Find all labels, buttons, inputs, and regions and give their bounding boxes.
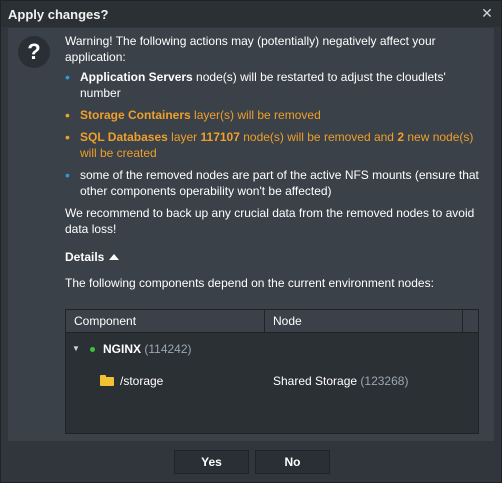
list-item: • some of the removed nodes are part of … (65, 167, 485, 199)
question-icon: ? (18, 36, 50, 68)
table-row[interactable]: ▼ NGINX (114242) (66, 333, 478, 365)
item-bold: Storage Containers (80, 108, 191, 122)
column-header-component[interactable]: Component (66, 310, 265, 332)
warning-text: Warning! The following actions may (pote… (65, 34, 436, 64)
header-spacer (462, 310, 479, 332)
node-id: (123268) (360, 374, 409, 388)
item-bold: 117107 (200, 130, 240, 144)
component-id: (114242) (144, 342, 192, 356)
component-name: NGINX (114242) (103, 333, 192, 365)
caret-up-icon (109, 254, 120, 260)
node-label: Shared Storage (273, 374, 358, 388)
details-toggle[interactable]: Details (65, 249, 485, 265)
folder-icon (100, 375, 114, 386)
components-grid: Component Node ▼ NGINX (114242) /storage… (65, 309, 479, 434)
dialog-body: ? Warning! The following actions may (po… (8, 28, 494, 441)
item-text: some of the removed nodes are part of th… (80, 168, 479, 198)
item-text: layer (167, 130, 201, 144)
list-item: • Application Servers node(s) will be re… (65, 69, 485, 101)
table-row[interactable]: /storage Shared Storage (123268) (66, 365, 478, 397)
list-item: • SQL Databases layer 117107 node(s) wil… (65, 129, 485, 161)
status-dot-icon (90, 347, 95, 352)
component-name: /storage (120, 374, 164, 388)
item-bold: Application Servers (80, 70, 193, 84)
item-text: node(s) will be removed and (239, 130, 398, 144)
bullet-icon: • (65, 107, 70, 123)
no-button[interactable]: No (255, 450, 330, 474)
dialog-titlebar: Apply changes? ✕ (1, 1, 501, 27)
details-label: Details (65, 250, 105, 264)
recommend-text: We recommend to back up any crucial data… (65, 206, 475, 236)
node-name: Shared Storage (123268) (273, 365, 408, 397)
grid-header: Component Node (66, 310, 478, 333)
component-label: NGINX (103, 342, 142, 356)
yes-button[interactable]: Yes (174, 450, 249, 474)
bullet-icon: • (65, 129, 70, 145)
action-list: • Application Servers node(s) will be re… (65, 69, 485, 199)
bullet-icon: • (65, 69, 70, 85)
apply-changes-dialog: Apply changes? ✕ ? Warning! The followin… (0, 0, 502, 483)
close-icon[interactable]: ✕ (479, 5, 495, 21)
column-header-node[interactable]: Node (266, 310, 462, 332)
bullet-icon: • (65, 167, 70, 183)
depends-text: The following components depend on the c… (65, 276, 434, 290)
list-item: • Storage Containers layer(s) will be re… (65, 107, 485, 123)
item-text: layer(s) will be removed (190, 108, 321, 122)
item-bold: 2 (397, 130, 405, 144)
message-content: Warning! The following actions may (pote… (65, 33, 485, 291)
expand-arrow-icon[interactable]: ▼ (72, 333, 80, 365)
item-bold: SQL Databases (80, 130, 168, 144)
dialog-title: Apply changes? (8, 7, 109, 22)
